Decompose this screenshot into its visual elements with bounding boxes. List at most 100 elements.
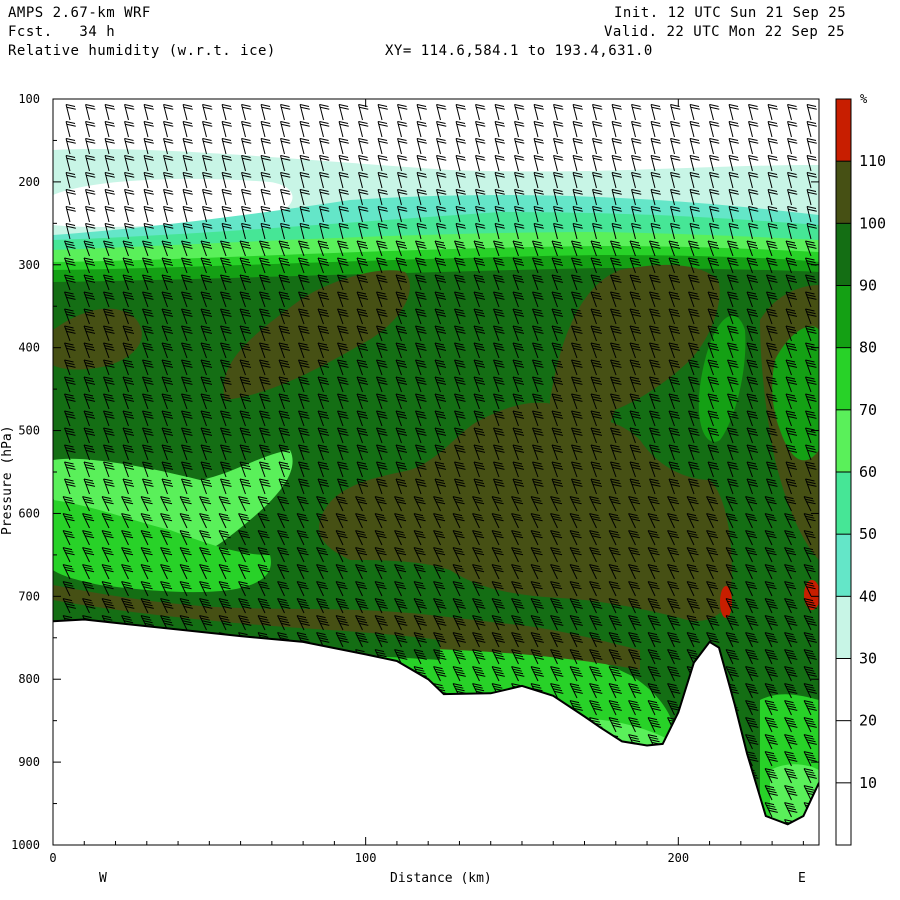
wind-barb [452, 768, 466, 784]
wind-barb [530, 717, 544, 733]
wind-barb [686, 819, 699, 825]
wind-barb [686, 717, 700, 733]
wind-barb [257, 683, 271, 699]
wind-barb [608, 785, 622, 801]
wind-barb [511, 785, 525, 801]
wind-barb [491, 700, 505, 716]
wind-barb [374, 734, 388, 750]
wind-barb [121, 683, 135, 699]
wind-barb [374, 751, 388, 767]
wind-barb [335, 666, 349, 682]
wind-barb [706, 802, 720, 818]
wind-barb [82, 700, 96, 716]
wind-barb [413, 768, 427, 784]
wind-barb [355, 751, 369, 767]
wind-barb [160, 717, 174, 733]
wind-barb [335, 819, 348, 825]
wind-barb [277, 700, 291, 716]
wind-barb [257, 666, 271, 682]
wind-barb [277, 683, 291, 699]
wind-barb [316, 734, 330, 750]
wind-barb [628, 819, 641, 825]
wind-barb [686, 700, 700, 716]
wind-barb [62, 768, 76, 784]
wind-barb [374, 785, 388, 801]
wind-barb [179, 785, 193, 801]
wind-barb [140, 734, 154, 750]
field-name: Relative humidity (w.r.t. ice) [8, 43, 276, 59]
wind-barb [238, 768, 252, 784]
wind-barb [335, 751, 349, 767]
wind-barb [433, 700, 447, 716]
wind-barb [452, 751, 466, 767]
wind-barb [316, 649, 330, 665]
wind-barb [101, 683, 115, 699]
colorbar-swatch [836, 347, 851, 410]
wind-barb [511, 734, 525, 750]
wind-barb [296, 649, 310, 665]
colorbar-swatch [836, 161, 851, 224]
valid-time: Valid. 22 UTC Mon 22 Sep 25 [604, 24, 846, 40]
wind-barb [296, 819, 309, 825]
wind-barb [394, 785, 408, 801]
colorbar-label: 110 [859, 152, 886, 170]
wind-barb [316, 700, 330, 716]
wind-barb [550, 819, 563, 825]
colorbar-swatch [836, 285, 851, 348]
wind-barb [199, 768, 213, 784]
wind-barb [394, 683, 408, 699]
wind-barb [257, 649, 271, 665]
wind-barb [433, 768, 447, 784]
wind-barb [296, 683, 310, 699]
wind-barb [257, 802, 271, 818]
wind-barb [491, 717, 505, 733]
wind-barb [589, 751, 603, 767]
wind-barb [667, 785, 681, 801]
colorbar-swatch [836, 534, 851, 597]
wind-barb [413, 700, 427, 716]
wind-barb [160, 632, 174, 648]
wind-barb [179, 683, 193, 699]
wind-barb [706, 751, 720, 767]
wind-barb [569, 768, 583, 784]
y-tick-label: 700 [18, 589, 40, 603]
wind-barb [725, 819, 738, 825]
wind-barb [413, 734, 427, 750]
wind-barb [101, 751, 115, 767]
wind-barb [82, 632, 96, 648]
wind-barb [316, 768, 330, 784]
wind-barb [355, 666, 369, 682]
wind-barb [140, 768, 154, 784]
wind-barb [218, 666, 232, 682]
wind-barb [725, 751, 739, 767]
wind-barb [82, 734, 96, 750]
wind-barb [452, 717, 466, 733]
wind-barb [452, 802, 466, 818]
colorbar-label: 100 [859, 214, 886, 232]
wind-barb [316, 683, 330, 699]
wind-barb [140, 666, 154, 682]
wind-barb [589, 819, 602, 825]
wind-barb [608, 819, 621, 825]
y-tick-label: 300 [18, 258, 40, 272]
wind-barb [296, 700, 310, 716]
wind-barb [394, 717, 408, 733]
wind-barb [706, 734, 720, 750]
wind-barb [394, 751, 408, 767]
wind-barb [433, 785, 447, 801]
wind-barb [608, 768, 622, 784]
wind-barb [160, 751, 174, 767]
wind-barb [316, 802, 330, 818]
wind-barb [472, 768, 486, 784]
wind-barb [667, 751, 681, 767]
wind-barb [62, 666, 76, 682]
wind-barb [82, 785, 96, 801]
wind-barb [550, 768, 564, 784]
wind-barb [355, 802, 369, 818]
wind-barb [179, 751, 193, 767]
wind-barb [589, 802, 603, 818]
wind-barb [121, 768, 135, 784]
x-tick-label: 200 [667, 851, 689, 865]
colorbar-label: 10 [859, 774, 877, 792]
colorbar-label: 50 [859, 525, 877, 543]
